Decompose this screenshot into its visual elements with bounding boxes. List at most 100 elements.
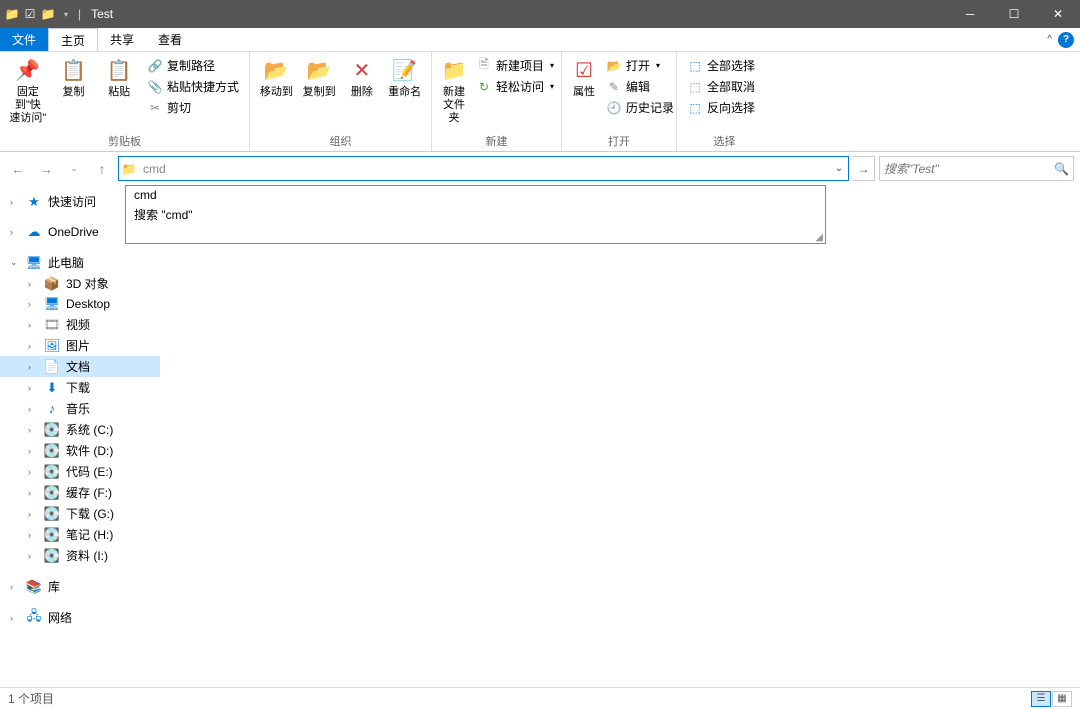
open-button[interactable]: 📂打开▾ xyxy=(602,56,678,75)
tab-home[interactable]: 主页 xyxy=(48,28,98,51)
sidebar-item[interactable]: ›💽下载 (G:) xyxy=(0,503,160,524)
qat-checkbox-icon[interactable]: ☑ xyxy=(22,6,38,22)
invert-icon: ⬚ xyxy=(687,100,703,116)
close-button[interactable]: ✕ xyxy=(1036,0,1080,28)
up-button[interactable]: ↑ xyxy=(90,157,114,181)
selectnone-icon: ⬚ xyxy=(687,79,703,95)
easy-access-button[interactable]: ↻轻松访问▾ xyxy=(472,77,558,96)
easyaccess-icon: ↻ xyxy=(476,79,492,95)
go-button[interactable]: → xyxy=(853,156,875,181)
autocomplete-item[interactable]: cmd xyxy=(126,186,825,204)
help-icon[interactable]: ? xyxy=(1058,32,1074,48)
navigation-pane: ›★快速访问 ›☁OneDrive ⌄🖥此电脑 ›📦3D 对象›🖥Desktop… xyxy=(0,185,160,685)
drive-icon: 🖥 xyxy=(44,296,60,312)
invert-selection-button[interactable]: ⬚反向选择 xyxy=(683,98,759,117)
forward-button[interactable]: → xyxy=(34,157,58,181)
history-button[interactable]: 🕘历史记录 xyxy=(602,98,678,117)
search-icon[interactable]: 🔍 xyxy=(1054,162,1069,176)
copy-to-button[interactable]: 📂复制到 xyxy=(299,54,340,101)
sidebar-item[interactable]: ›🖼图片 xyxy=(0,335,160,356)
new-folder-button[interactable]: 📁新建 文件夹 xyxy=(438,54,470,128)
shortcut-icon: 📎 xyxy=(147,79,163,95)
resize-grip-icon[interactable]: ◢ xyxy=(815,232,823,243)
address-bar[interactable]: 📁 ⌄ xyxy=(118,156,849,181)
sidebar-item[interactable]: ›💽资料 (I:) xyxy=(0,545,160,566)
sidebar-item[interactable]: ›💽系统 (C:) xyxy=(0,419,160,440)
icons-view-button[interactable]: ▦ xyxy=(1052,691,1072,707)
sidebar-item[interactable]: ›💽软件 (D:) xyxy=(0,440,160,461)
search-box[interactable]: 🔍 xyxy=(879,156,1074,181)
address-autocomplete: cmd 搜索 "cmd" ◢ xyxy=(125,185,826,244)
search-input[interactable] xyxy=(884,162,1054,176)
sidebar-item[interactable]: ›⬇下载 xyxy=(0,377,160,398)
rename-button[interactable]: 📝重命名 xyxy=(384,54,425,101)
drive-icon: 🎞 xyxy=(44,317,60,333)
delete-button[interactable]: ✕删除 xyxy=(342,54,383,101)
copyto-icon: 📂 xyxy=(305,56,333,84)
properties-button[interactable]: ☑属性 xyxy=(568,54,600,101)
sidebar-item[interactable]: ›♪音乐 xyxy=(0,398,160,419)
group-label: 选择 xyxy=(683,131,766,149)
drive-icon: 💽 xyxy=(44,422,60,438)
autocomplete-item[interactable]: 搜索 "cmd" xyxy=(126,204,825,225)
sidebar-item[interactable]: ›💽缓存 (F:) xyxy=(0,482,160,503)
minimize-button[interactable]: ─ xyxy=(948,0,992,28)
sidebar-libraries[interactable]: ›📚库 xyxy=(0,576,160,597)
edit-icon: ✎ xyxy=(606,79,622,95)
open-icon: 📂 xyxy=(606,58,622,74)
path-icon: 🔗 xyxy=(147,58,163,74)
drive-icon: 💽 xyxy=(44,548,60,564)
move-to-button[interactable]: 📂移动到 xyxy=(256,54,297,101)
select-all-button[interactable]: ⬚全部选择 xyxy=(683,56,759,75)
copy-button[interactable]: 📋 复制 xyxy=(52,54,96,101)
paste-shortcut-button[interactable]: 📎粘贴快捷方式 xyxy=(143,77,243,96)
tab-file[interactable]: 文件 xyxy=(0,28,48,51)
sidebar-item[interactable]: ›🖥Desktop xyxy=(0,294,160,314)
recent-dropdown[interactable]: ⌄ xyxy=(62,157,86,181)
address-dropdown-icon[interactable]: ⌄ xyxy=(830,163,848,174)
sidebar-item[interactable]: ›💽代码 (E:) xyxy=(0,461,160,482)
qat-dropdown-icon[interactable]: ▾ xyxy=(58,6,74,22)
pc-icon: 🖥 xyxy=(26,255,42,271)
star-icon: ★ xyxy=(26,194,42,210)
cut-button[interactable]: ✂剪切 xyxy=(143,98,243,117)
new-item-button[interactable]: 🗎新建项目▾ xyxy=(472,56,558,75)
paste-icon: 📋 xyxy=(105,56,133,84)
sidebar-item[interactable]: ›📦3D 对象 xyxy=(0,273,160,294)
drive-icon: 💽 xyxy=(44,464,60,480)
folder-icon: 📁 xyxy=(40,6,56,22)
navigation-bar: ← → ⌄ ↑ 📁 ⌄ → 🔍 xyxy=(0,152,1080,185)
drive-icon: 💽 xyxy=(44,443,60,459)
pin-to-quickaccess-button[interactable]: 📌 固定到"快 速访问" xyxy=(6,54,50,128)
ribbon: 📌 固定到"快 速访问" 📋 复制 📋 粘贴 🔗复制路径 📎粘贴快捷方式 ✂剪切… xyxy=(0,52,1080,152)
edit-button[interactable]: ✎编辑 xyxy=(602,77,678,96)
sidebar-thispc[interactable]: ⌄🖥此电脑 xyxy=(0,252,160,273)
moveto-icon: 📂 xyxy=(262,56,290,84)
details-view-button[interactable]: ☰ xyxy=(1031,691,1051,707)
collapse-ribbon-icon[interactable]: ^ xyxy=(1047,34,1052,45)
copy-path-button[interactable]: 🔗复制路径 xyxy=(143,56,243,75)
main-area: ›★快速访问 ›☁OneDrive ⌄🖥此电脑 ›📦3D 对象›🖥Desktop… xyxy=(0,185,1080,685)
folder-icon: 📁 xyxy=(119,162,139,176)
sidebar-item[interactable]: ›💽笔记 (H:) xyxy=(0,524,160,545)
drive-icon: 🖼 xyxy=(44,338,60,354)
sidebar-network[interactable]: ›🖧网络 xyxy=(0,607,160,628)
paste-button[interactable]: 📋 粘贴 xyxy=(97,54,141,101)
tab-share[interactable]: 共享 xyxy=(98,28,146,51)
back-button[interactable]: ← xyxy=(6,157,30,181)
sidebar-item[interactable]: ›🎞视频 xyxy=(0,314,160,335)
drive-icon: ♪ xyxy=(44,401,60,417)
sidebar-item[interactable]: ›📄文档 xyxy=(0,356,160,377)
select-none-button[interactable]: ⬚全部取消 xyxy=(683,77,759,96)
cloud-icon: ☁ xyxy=(26,224,42,240)
file-list[interactable] xyxy=(160,185,1080,685)
network-icon: 🖧 xyxy=(26,610,42,626)
newitem-icon: 🗎 xyxy=(476,58,492,74)
maximize-button[interactable]: ☐ xyxy=(992,0,1036,28)
selectall-icon: ⬚ xyxy=(687,58,703,74)
drive-icon: ⬇ xyxy=(44,380,60,396)
tab-view[interactable]: 查看 xyxy=(146,28,194,51)
group-label: 打开 xyxy=(568,131,670,149)
group-label: 新建 xyxy=(438,131,555,149)
address-input[interactable] xyxy=(139,162,830,176)
